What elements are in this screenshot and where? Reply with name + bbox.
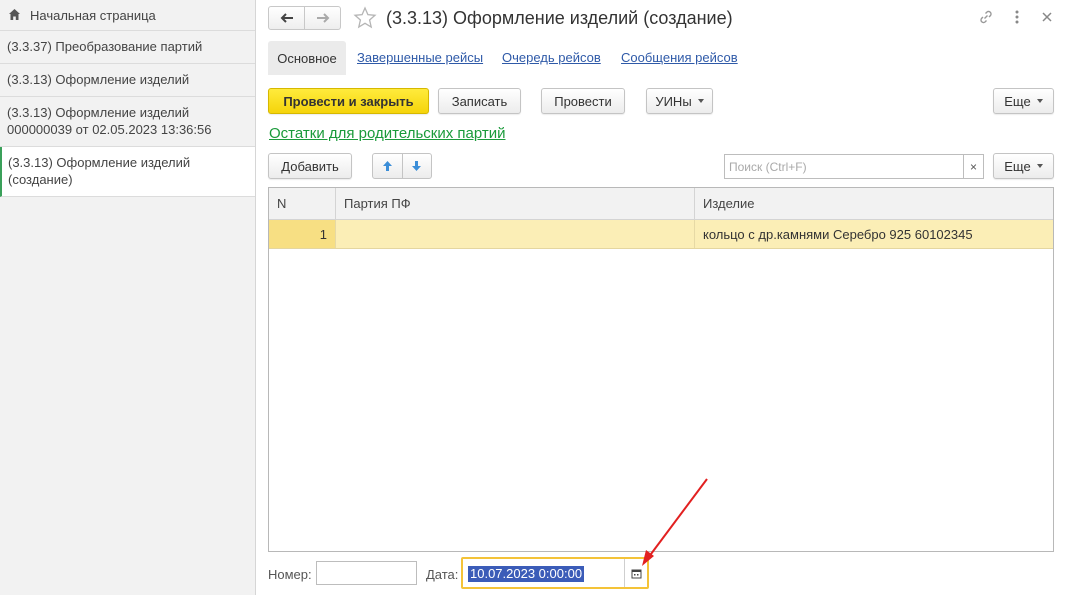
column-header-batch[interactable]: Партия ПФ bbox=[336, 188, 695, 219]
move-up-button[interactable] bbox=[373, 154, 402, 178]
sidebar-item-item-registration-doc[interactable]: (3.3.13) Оформление изделий 000000039 от… bbox=[0, 97, 255, 147]
history-nav bbox=[268, 6, 341, 30]
date-field[interactable]: 10.07.2023 0:00:00 bbox=[461, 557, 649, 589]
button-label: Провести bbox=[554, 93, 612, 109]
number-label: Номер: bbox=[268, 567, 312, 582]
main-form: (3.3.13) Оформление изделий (создание) О… bbox=[257, 0, 1067, 595]
tab-trip-queue[interactable]: Очередь рейсов bbox=[502, 50, 601, 65]
search-field: × bbox=[724, 154, 984, 179]
items-table: N Партия ПФ Изделие 1 кольцо с др.камням… bbox=[268, 187, 1054, 552]
date-label: Дата: bbox=[426, 567, 459, 582]
tab-label: Основное bbox=[277, 50, 337, 66]
sidebar-item-label: (3.3.13) Оформление изделий (создание) bbox=[8, 155, 191, 187]
tab-main[interactable]: Основное bbox=[268, 41, 346, 75]
arrow-right-icon bbox=[316, 13, 329, 23]
cell-n[interactable]: 1 bbox=[269, 220, 336, 248]
chevron-down-icon bbox=[1036, 99, 1043, 103]
table-row[interactable]: 1 кольцо с др.камнями Серебро 925 601023… bbox=[269, 220, 1053, 249]
back-button[interactable] bbox=[269, 7, 304, 29]
sidebar-item-item-registration-list[interactable]: (3.3.13) Оформление изделий bbox=[0, 64, 255, 97]
sidebar-item-label: (3.3.13) Оформление изделий 000000039 от… bbox=[7, 105, 212, 137]
sidebar: Начальная страница (3.3.37) Преобразован… bbox=[0, 0, 256, 595]
sidebar-item-item-registration-new[interactable]: (3.3.13) Оформление изделий (создание) bbox=[0, 147, 255, 197]
sidebar-item-label: Начальная страница bbox=[30, 8, 156, 23]
button-label: Еще bbox=[1004, 158, 1031, 174]
arrow-down-icon bbox=[412, 161, 422, 171]
chevron-down-icon bbox=[697, 99, 704, 103]
star-icon[interactable] bbox=[353, 6, 377, 30]
calendar-icon bbox=[631, 569, 641, 578]
calendar-button[interactable] bbox=[624, 559, 647, 587]
more-button[interactable]: Еще bbox=[993, 88, 1054, 114]
post-and-close-button[interactable]: Провести и закрыть bbox=[268, 88, 429, 114]
forward-button[interactable] bbox=[304, 7, 340, 29]
number-field[interactable] bbox=[316, 561, 417, 585]
move-down-button[interactable] bbox=[401, 154, 432, 178]
tab-completed-trips[interactable]: Завершенные рейсы bbox=[357, 50, 483, 65]
tab-trip-messages[interactable]: Сообщения рейсов bbox=[621, 50, 738, 65]
close-icon[interactable] bbox=[1038, 8, 1056, 26]
chevron-down-icon bbox=[1036, 164, 1043, 168]
home-icon bbox=[9, 9, 20, 20]
more-vertical-icon[interactable] bbox=[1008, 8, 1026, 26]
page-title: (3.3.13) Оформление изделий (создание) bbox=[386, 8, 733, 28]
post-button[interactable]: Провести bbox=[541, 88, 625, 114]
button-label: Провести и закрыть bbox=[283, 93, 414, 109]
sidebar-item-label: (3.3.13) Оформление изделий bbox=[7, 72, 190, 87]
date-value[interactable]: 10.07.2023 0:00:00 bbox=[468, 566, 585, 582]
save-button[interactable]: Записать bbox=[438, 88, 521, 114]
arrow-up-icon bbox=[382, 161, 392, 171]
button-label: Еще bbox=[1004, 93, 1031, 109]
table-more-button[interactable]: Еще bbox=[993, 153, 1054, 179]
link-icon[interactable] bbox=[977, 8, 995, 26]
sidebar-item-batch-conversion[interactable]: (3.3.37) Преобразование партий bbox=[0, 31, 255, 64]
add-button[interactable]: Добавить bbox=[268, 153, 352, 179]
button-label: Добавить bbox=[281, 158, 339, 174]
move-buttons bbox=[372, 153, 432, 179]
clear-search-button[interactable]: × bbox=[963, 155, 983, 178]
cell-batch[interactable] bbox=[336, 220, 695, 248]
column-header-n[interactable]: N bbox=[269, 188, 336, 219]
parent-balances-link[interactable]: Остатки для родительских партий bbox=[269, 125, 505, 142]
sidebar-item-home[interactable]: Начальная страница bbox=[0, 0, 255, 31]
sidebar-item-label: (3.3.37) Преобразование партий bbox=[7, 39, 203, 54]
button-label: Записать bbox=[451, 93, 508, 109]
arrow-left-icon bbox=[280, 13, 293, 23]
column-header-item[interactable]: Изделие bbox=[695, 188, 1053, 219]
button-label: УИНы bbox=[655, 93, 692, 109]
uins-dropdown-button[interactable]: УИНы bbox=[646, 88, 713, 114]
search-input[interactable] bbox=[725, 155, 963, 178]
cell-item[interactable]: кольцо с др.камнями Серебро 925 60102345 bbox=[695, 220, 1053, 248]
table-header: N Партия ПФ Изделие bbox=[269, 188, 1053, 220]
